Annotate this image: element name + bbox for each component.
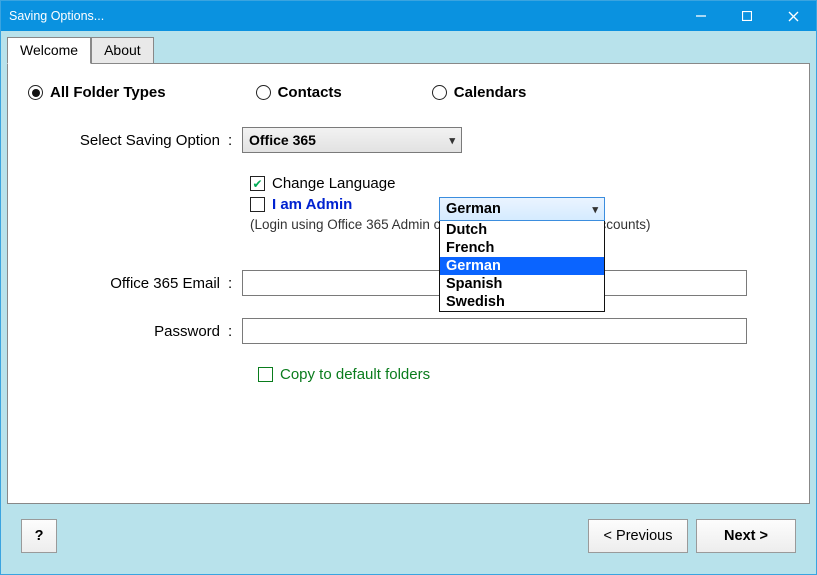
footer: ? < Previous Next > (7, 504, 810, 568)
radio-icon (432, 85, 447, 100)
titlebar: Saving Options... (1, 1, 816, 31)
change-language-label: Change Language (272, 175, 395, 192)
email-row: Office 365 Email : (28, 270, 789, 296)
radio-calendars[interactable]: Calendars (432, 84, 527, 101)
previous-button[interactable]: < Previous (588, 519, 688, 553)
minimize-button[interactable] (678, 1, 724, 31)
radio-contacts[interactable]: Contacts (256, 84, 342, 101)
copy-default-checkbox[interactable] (258, 367, 273, 382)
admin-checkbox[interactable] (250, 197, 265, 212)
password-label: Password (28, 323, 228, 340)
change-language-row: ✔ Change Language (250, 175, 789, 192)
language-option-dutch[interactable]: Dutch (440, 221, 604, 239)
copy-default-label: Copy to default folders (280, 366, 430, 383)
change-language-checkbox[interactable]: ✔ (250, 176, 265, 191)
radio-icon (28, 85, 43, 100)
tab-panel-welcome: All Folder Types Contacts Calendars Sele… (7, 63, 810, 504)
language-select[interactable]: German ▾ Dutch French German Spanish Swe… (439, 197, 605, 312)
tab-welcome[interactable]: Welcome (7, 37, 91, 64)
language-selected-value: German (446, 201, 501, 217)
saving-option-value: Office 365 (249, 132, 316, 148)
content-area: Welcome About All Folder Types Contacts … (1, 31, 816, 574)
password-row: Password : (28, 318, 789, 344)
language-option-spanish[interactable]: Spanish (440, 275, 604, 293)
language-option-french[interactable]: French (440, 239, 604, 257)
radio-label: Calendars (454, 84, 527, 101)
window-title: Saving Options... (9, 9, 678, 23)
radio-icon (256, 85, 271, 100)
close-button[interactable] (770, 1, 816, 31)
radio-label: All Folder Types (50, 84, 166, 101)
email-label: Office 365 Email (28, 275, 228, 292)
copy-default-row: Copy to default folders (258, 366, 789, 383)
folder-type-group: All Folder Types Contacts Calendars (28, 84, 789, 101)
saving-option-label: Select Saving Option (28, 132, 228, 149)
help-button[interactable]: ? (21, 519, 57, 553)
next-button[interactable]: Next > (696, 519, 796, 553)
saving-option-row: Select Saving Option : Office 365 ▾ (28, 127, 789, 153)
language-select-head[interactable]: German ▾ (439, 197, 605, 221)
chevron-down-icon: ▾ (592, 203, 598, 216)
tab-row: Welcome About (7, 37, 810, 63)
admin-label[interactable]: I am Admin (272, 196, 352, 213)
language-dropdown: Dutch French German Spanish Swedish (439, 221, 605, 312)
colon: : (228, 323, 242, 340)
language-option-swedish[interactable]: Swedish (440, 293, 604, 311)
tab-about[interactable]: About (91, 37, 154, 63)
maximize-button[interactable] (724, 1, 770, 31)
saving-option-select[interactable]: Office 365 ▾ (242, 127, 462, 153)
radio-all-folder-types[interactable]: All Folder Types (28, 84, 166, 101)
password-input[interactable] (242, 318, 747, 344)
chevron-down-icon: ▾ (449, 134, 455, 147)
language-option-german[interactable]: German (440, 257, 604, 275)
radio-label: Contacts (278, 84, 342, 101)
colon: : (228, 275, 242, 292)
colon: : (228, 132, 242, 149)
